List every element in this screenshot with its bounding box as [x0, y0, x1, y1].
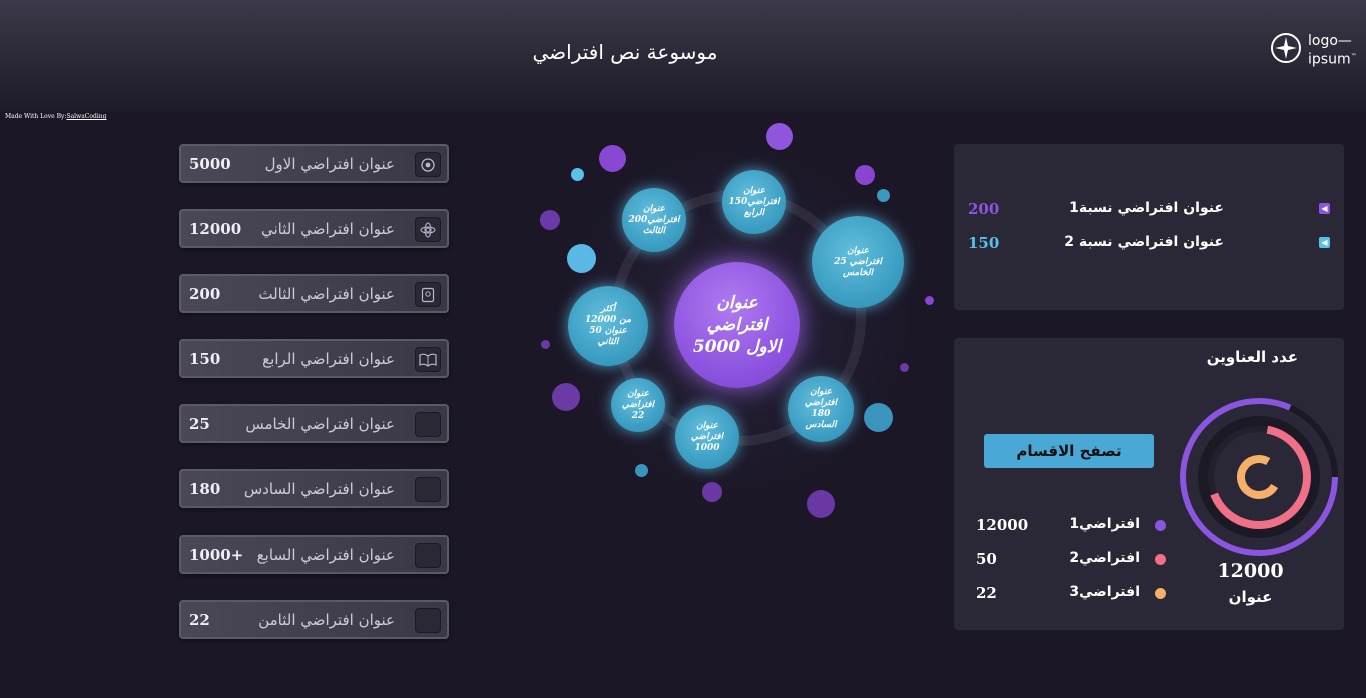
settings-badge-icon — [415, 152, 441, 177]
list-item-value: 12000 — [189, 220, 242, 238]
total-count-label: عنوان — [1228, 588, 1273, 606]
list-item-label: عنوان افتراضي الثاني — [260, 220, 395, 238]
blank-icon — [415, 543, 441, 568]
logo-text-line1: logo— — [1308, 33, 1352, 49]
list-item-label: عنوان افتراضي الاول — [264, 155, 395, 173]
decor-dot — [541, 340, 550, 349]
series-label: افتراضي3 — [1069, 584, 1140, 600]
decor-dot — [599, 145, 626, 172]
bubble-item[interactable]: عنوان افتراضي 180 السادس — [788, 376, 854, 442]
logo-text-line2: ipsum™ — [1308, 51, 1357, 68]
series-row: 12000 افتراضي1 — [976, 516, 1166, 536]
logo[interactable]: logo— ipsum™ — [1270, 32, 1360, 68]
total-count: 12000 — [1217, 560, 1284, 582]
ratio-value: 200 — [968, 200, 1000, 218]
decor-dot — [855, 165, 875, 185]
series-dot — [1155, 588, 1166, 599]
ratio-value: 150 — [968, 234, 1000, 252]
blank-icon — [415, 477, 441, 502]
flower-icon — [415, 217, 441, 242]
decor-dot — [900, 363, 909, 372]
series-value: 22 — [976, 584, 997, 602]
book-icon — [415, 282, 441, 307]
list-item-value: 150 — [189, 350, 221, 368]
list-item[interactable]: 180 عنوان افتراضي السادس — [179, 469, 449, 508]
caret-left-icon: ◀ — [1319, 237, 1330, 248]
bubble-item[interactable]: عنوان افتراضي150 الرابع — [722, 170, 786, 234]
decor-dot — [864, 403, 893, 432]
decor-dot — [567, 244, 596, 273]
list-item[interactable]: 5000 عنوان افتراضي الاول — [179, 144, 449, 183]
list-item-value: 200 — [189, 285, 221, 303]
series-row: 50 افتراضي2 — [976, 550, 1166, 570]
list-item[interactable]: 150 عنوان افتراضي الرابع — [179, 339, 449, 378]
decor-dot — [552, 383, 580, 411]
list-item-label: عنوان افتراضي الرابع — [262, 350, 395, 368]
open-book-icon — [415, 347, 441, 372]
series-value: 12000 — [976, 516, 1029, 534]
decor-dot — [635, 464, 648, 477]
list-item[interactable]: 1000+ عنوان افتراضي السابع — [179, 535, 449, 574]
list-item[interactable]: 25 عنوان افتراضي الخامس — [179, 404, 449, 443]
ratio-label: عنوان افتراضي نسبة 2 — [1064, 234, 1224, 250]
list-item-value: 5000 — [189, 155, 231, 173]
list-item-label: عنوان افتراضي الثالث — [258, 285, 395, 303]
decor-dot — [571, 168, 584, 181]
decor-dot — [702, 482, 722, 502]
bubble-item[interactable]: عنوان افتراضي 22 — [611, 378, 665, 432]
decor-dot — [807, 490, 835, 518]
list-item[interactable]: 22 عنوان افتراضي الثامن — [179, 600, 449, 639]
decor-dot — [540, 210, 560, 230]
decor-dot — [877, 189, 890, 202]
list-item-label: عنوان افتراضي الثامن — [258, 611, 395, 629]
list-item-value: 22 — [189, 611, 210, 629]
decor-dot — [766, 123, 793, 150]
gauge-ring-series-3 — [1237, 455, 1281, 499]
bubble-item[interactable]: عنوان افتراضي 1000 — [675, 405, 739, 469]
list-item-value: 180 — [189, 480, 221, 498]
list-item-label: عنوان افتراضي السابع — [256, 546, 395, 564]
ratio-row: 150 عنوان افتراضي نسبة 2 ◀ — [954, 234, 1344, 254]
globe-logo-icon — [1271, 33, 1301, 63]
ratio-label: عنوان افتراضي نسبة1 — [1069, 200, 1224, 216]
count-panel: عدد العناوين تصفح الاقسام 12000 افتراضي1… — [954, 338, 1344, 630]
radial-gauge — [1180, 398, 1338, 556]
page-title: موسوعة نص افتراضي — [532, 40, 718, 64]
list-item-value: 25 — [189, 415, 210, 433]
credit-author-link[interactable]: SalwaCoding — [66, 113, 106, 120]
blank-icon — [415, 412, 441, 437]
bubble-center[interactable]: عنوان افتراضي الاول 5000 — [674, 262, 800, 388]
series-dot — [1155, 520, 1166, 531]
list-item[interactable]: 200 عنوان افتراضي الثالث — [179, 274, 449, 313]
bubble-cluster: عنوان افتراضي200 الثالث عنوان افتراضي150… — [530, 120, 950, 530]
credit-prefix: Made With Love By: — [5, 113, 67, 120]
decor-dot — [925, 296, 934, 305]
bubble-item[interactable]: عنوان افتراضي200 الثالث — [622, 188, 686, 252]
blank-icon — [415, 608, 441, 633]
list-item[interactable]: 12000 عنوان افتراضي الثاني — [179, 209, 449, 248]
bubble-item[interactable]: عنوان افتراضي 25 الخامس — [812, 216, 904, 308]
credit-line: Made With Love By:SalwaCoding — [5, 113, 106, 120]
list-item-label: عنوان افتراضي الخامس — [245, 415, 395, 433]
series-label: افتراضي2 — [1069, 550, 1140, 566]
ratios-panel: 200 عنوان افتراضي نسبة1 ◀ 150 عنوان افتر… — [954, 144, 1344, 310]
list-item-value: 1000+ — [189, 546, 244, 564]
series-value: 50 — [976, 550, 997, 568]
series-row: 22 افتراضي3 — [976, 584, 1166, 604]
bubble-item[interactable]: أكثر من 12000 عنوان 50 الثاني — [568, 286, 648, 366]
browse-sections-button[interactable]: تصفح الاقسام — [984, 434, 1154, 468]
series-label: افتراضي1 — [1069, 516, 1140, 532]
caret-left-icon: ◀ — [1319, 203, 1330, 214]
count-title: عدد العناوين — [1206, 348, 1298, 366]
ratio-row: 200 عنوان افتراضي نسبة1 ◀ — [954, 200, 1344, 220]
list-item-label: عنوان افتراضي السادس — [243, 480, 395, 498]
series-dot — [1155, 554, 1166, 565]
